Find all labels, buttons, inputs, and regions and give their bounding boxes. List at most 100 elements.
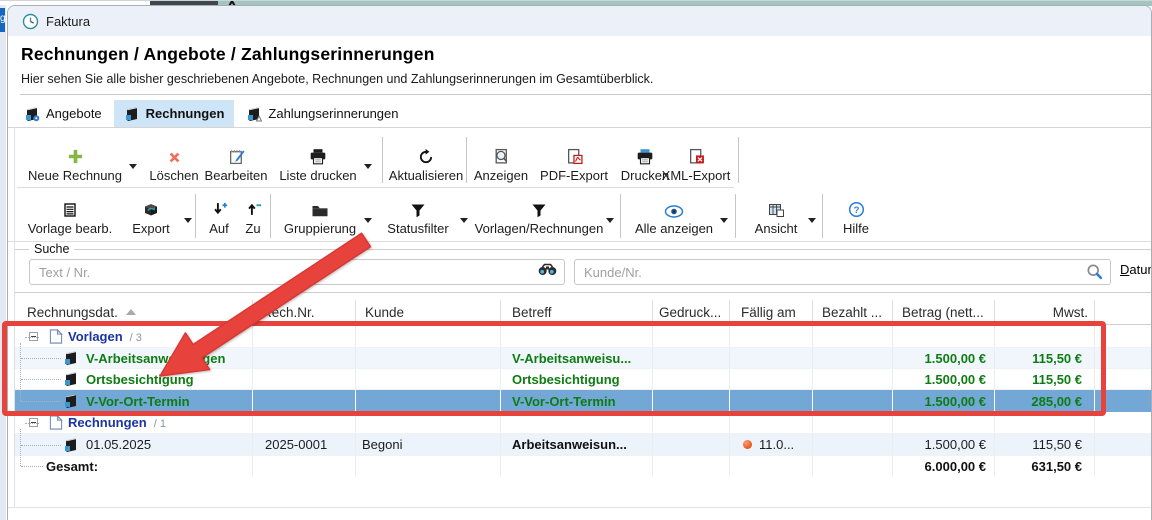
tab-rechnungen[interactable]: Rechnungen xyxy=(114,100,235,127)
total-label: Gesamt: xyxy=(14,456,253,477)
search-customer-input[interactable] xyxy=(574,259,1111,285)
funnel-icon xyxy=(531,203,547,218)
binoculars-icon[interactable] xyxy=(538,263,557,281)
chevron-down-icon[interactable] xyxy=(808,218,816,223)
date-filter-link[interactable]: Datum xyxy=(1120,262,1152,277)
button-label: Zu xyxy=(245,221,260,236)
chevron-down-icon[interactable] xyxy=(720,218,728,223)
button-label: Statusfilter xyxy=(387,221,448,236)
tab-angebote[interactable]: Angebote xyxy=(14,100,112,127)
group-row-rechnungen[interactable]: Rechnungen / 1 xyxy=(14,412,1152,434)
export-package-icon xyxy=(142,201,160,218)
table-row-v-vor-ort-termin-selected[interactable]: V-Vor-Ort-Termin V-Vor-Ort-Termin 1.500,… xyxy=(14,390,1152,412)
help-button[interactable]: ? Hilfe xyxy=(835,194,877,236)
table-body: Vorlagen / 3 V-Arbeitsanweisungen V-Arbe… xyxy=(14,326,1152,477)
column-header-betreff[interactable]: Betreff xyxy=(501,300,653,324)
background-browser-tab-fragment: g xyxy=(0,8,5,32)
preview-doc-icon xyxy=(493,148,510,165)
view-button[interactable]: Ansicht xyxy=(748,194,804,236)
table-row-total: Gesamt: 6.000,00 € 631,50 € xyxy=(14,456,1152,477)
chevron-down-icon[interactable] xyxy=(606,218,614,223)
invoice-date: 01.05.2025 xyxy=(86,437,151,452)
chevron-down-icon[interactable] xyxy=(460,218,468,223)
mwst-cell: 115,50 € xyxy=(995,369,1095,389)
column-header-mwst[interactable]: Mwst. xyxy=(995,300,1095,324)
chevron-down-icon[interactable] xyxy=(364,164,372,169)
group-row-vorlagen[interactable]: Vorlagen / 3 xyxy=(14,326,1152,348)
column-header-faellig[interactable]: Fällig am xyxy=(730,300,813,324)
total-betrag: 6.000,00 € xyxy=(893,456,995,477)
refresh-button[interactable]: Aktualisieren xyxy=(386,137,466,183)
table-row-invoice-2025-0001[interactable]: 01.05.2025 2025-0001 Begoni Arbeitsanwei… xyxy=(14,434,1152,456)
tab-zahlungserinnerungen[interactable]: Zahlungserinnerungen xyxy=(236,100,408,127)
show-all-button[interactable]: Alle anzeigen xyxy=(632,194,716,236)
edit-template-button[interactable]: Vorlage bearb. xyxy=(23,194,117,236)
table-header: Rechnungsdat. Rech.Nr. Kunde Betreff Ged… xyxy=(14,300,1152,325)
new-invoice-button[interactable]: Neue Rechnung xyxy=(26,137,124,183)
separator xyxy=(382,137,383,183)
total-mwst: 631,50 € xyxy=(995,456,1095,477)
xml-export-button[interactable]: XML-Export xyxy=(658,137,734,183)
betrag-cell: 1.500,00 € xyxy=(893,369,995,389)
separator xyxy=(822,194,823,238)
pdf-export-button[interactable]: PDF-Export xyxy=(536,137,612,183)
column-header-rechnungsdatum[interactable]: Rechnungsdat. xyxy=(14,300,253,324)
chevron-down-icon[interactable] xyxy=(129,164,137,169)
column-header-gedruckt[interactable]: Gedruck... xyxy=(653,300,730,324)
folder-icon xyxy=(311,203,329,218)
window-titlebar[interactable]: Faktura xyxy=(8,6,1151,36)
tab-label: Angebote xyxy=(46,106,102,121)
templates-invoices-filter-button[interactable]: Vorlagen/Rechnungen xyxy=(476,194,602,236)
table-row-ortsbesichtigung[interactable]: Ortsbesichtigung Ortsbesichtigung 1.500,… xyxy=(14,369,1152,390)
column-header-rechnr[interactable]: Rech.Nr. xyxy=(253,300,356,324)
button-label: Gruppierung xyxy=(284,221,356,236)
button-label: Bearbeiten xyxy=(205,168,268,183)
separator xyxy=(270,194,271,238)
group-doc-icon xyxy=(49,415,63,430)
view-grid-icon xyxy=(768,202,785,218)
kunde-cell: Begoni xyxy=(356,434,501,455)
divider xyxy=(14,127,15,507)
collapse-groups-button[interactable]: Zu xyxy=(238,194,268,236)
pdf-icon xyxy=(566,148,583,165)
separator xyxy=(738,137,739,183)
export-button[interactable]: Export xyxy=(122,194,180,236)
tab-label: Rechnungen xyxy=(146,106,225,121)
grouping-button[interactable]: Gruppierung xyxy=(278,194,362,236)
column-header-kunde[interactable]: Kunde xyxy=(356,300,501,324)
magnifier-icon[interactable] xyxy=(1086,263,1103,285)
invoice-doc-icon xyxy=(63,437,79,453)
expand-groups-button[interactable]: Auf xyxy=(202,194,236,236)
tab-bar: Angebote Rechnungen Zahlungserinnerungen xyxy=(14,100,409,127)
betreff-cell: V-Arbeitsanweisu... xyxy=(501,348,653,368)
divider xyxy=(17,187,734,188)
separator xyxy=(735,194,736,238)
button-label: PDF-Export xyxy=(540,168,608,183)
print-list-button[interactable]: Liste drucken xyxy=(276,137,360,183)
search-groupbox: Suche Datum xyxy=(14,249,1152,293)
status-filter-button[interactable]: Statusfilter xyxy=(380,194,456,236)
button-label: Alle anzeigen xyxy=(635,221,713,236)
edit-note-icon xyxy=(228,148,245,165)
separator xyxy=(620,194,621,238)
group-count: / 3 xyxy=(130,332,142,344)
chevron-down-icon[interactable] xyxy=(184,218,192,223)
printer-blue-icon xyxy=(636,148,654,165)
table-row-v-arbeitsanweisungen[interactable]: V-Arbeitsanweisungen V-Arbeitsanweisu...… xyxy=(14,348,1152,369)
betreff-cell: Arbeitsanweisun... xyxy=(501,434,653,455)
preview-button[interactable]: Anzeigen xyxy=(470,137,532,183)
button-label: Vorlage bearb. xyxy=(28,221,113,236)
column-header-bezahlt[interactable]: Bezahlt ... xyxy=(813,300,893,324)
offers-doc-icon xyxy=(24,106,40,122)
group-label: Rechnungen xyxy=(68,415,147,430)
column-header-betrag[interactable]: Betrag (nett... xyxy=(893,300,995,324)
edit-button[interactable]: Bearbeiten xyxy=(203,137,269,183)
delete-button[interactable]: Löschen xyxy=(145,137,203,183)
search-text-input[interactable] xyxy=(29,259,565,285)
due-date: 11.0... xyxy=(759,437,794,452)
chevron-down-icon[interactable] xyxy=(364,218,372,223)
clock-app-icon xyxy=(22,13,39,30)
divider xyxy=(20,94,1151,95)
betrag-cell: 1.500,00 € xyxy=(893,390,995,412)
template-doc-icon xyxy=(63,371,79,387)
